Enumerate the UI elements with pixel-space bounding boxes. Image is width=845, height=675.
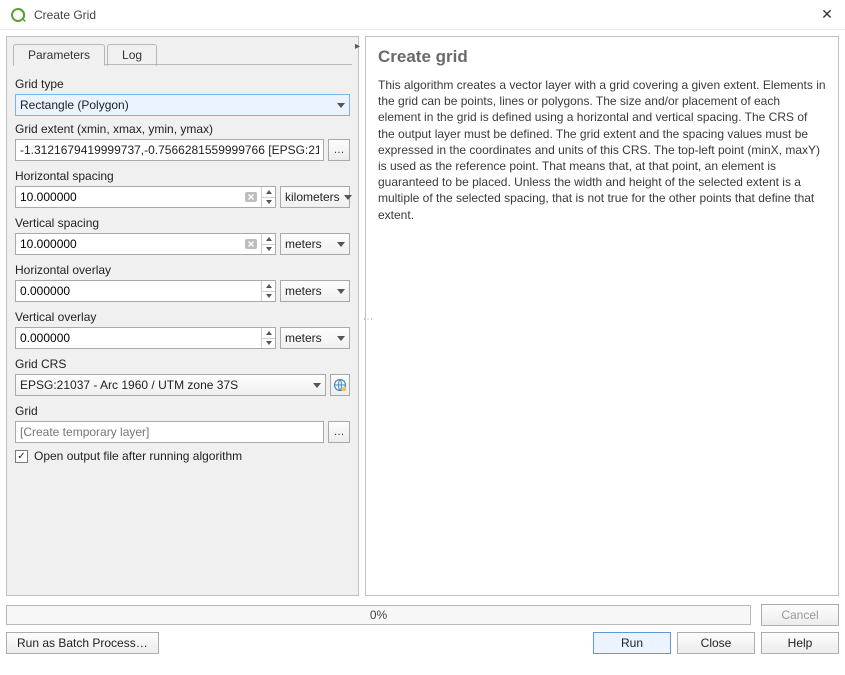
help-panel: Create grid This algorithm creates a vec…: [365, 36, 839, 596]
globe-icon: [333, 378, 347, 392]
h-overlay-unit-select[interactable]: meters: [280, 280, 350, 302]
splitter-handle[interactable]: ⋮: [362, 314, 373, 323]
tab-parameters[interactable]: Parameters: [13, 44, 105, 66]
titlebar: Create Grid ✕: [0, 0, 845, 30]
help-button[interactable]: Help: [761, 632, 839, 654]
v-spacing-input[interactable]: [15, 233, 276, 255]
h-spacing-unit-select[interactable]: kilometers: [280, 186, 350, 208]
collapse-panel-icon[interactable]: ▸: [355, 41, 360, 52]
crs-select[interactable]: EPSG:21037 - Arc 1960 / UTM zone 37S: [15, 374, 326, 396]
spin-down-icon[interactable]: [262, 245, 275, 255]
label-v-spacing: Vertical spacing: [15, 216, 350, 230]
left-panel: ▸ Parameters Log Grid type Rectangle (Po…: [6, 36, 359, 596]
help-title: Create grid: [378, 47, 826, 67]
label-h-spacing: Horizontal spacing: [15, 169, 350, 183]
label-grid-extent: Grid extent (xmin, xmax, ymin, ymax): [15, 122, 350, 136]
clear-icon[interactable]: [243, 189, 259, 205]
grid-type-select[interactable]: Rectangle (Polygon): [15, 94, 350, 116]
spin-down-icon[interactable]: [262, 339, 275, 349]
chevron-down-icon: [337, 103, 345, 108]
chevron-down-icon: [337, 336, 345, 341]
v-overlay-unit-select[interactable]: meters: [280, 327, 350, 349]
spin-down-icon[interactable]: [262, 292, 275, 302]
clear-icon[interactable]: [243, 236, 259, 252]
spin-down-icon[interactable]: [262, 198, 275, 208]
chevron-down-icon: [337, 242, 345, 247]
spin-up-icon[interactable]: [262, 281, 275, 292]
v-overlay-input[interactable]: [15, 327, 276, 349]
label-grid-output: Grid: [15, 404, 350, 418]
crs-picker-button[interactable]: [330, 374, 351, 396]
chevron-down-icon: [337, 289, 345, 294]
window-title: Create Grid: [34, 8, 96, 22]
progress-bar: 0%: [6, 605, 751, 625]
v-spacing-unit-select[interactable]: meters: [280, 233, 350, 255]
open-output-label: Open output file after running algorithm: [34, 449, 242, 463]
grid-output-input[interactable]: [15, 421, 324, 443]
h-spacing-input[interactable]: [15, 186, 276, 208]
progress-text: 0%: [370, 608, 387, 622]
h-overlay-input[interactable]: [15, 280, 276, 302]
help-text: This algorithm creates a vector layer wi…: [378, 77, 826, 223]
label-h-overlay: Horizontal overlay: [15, 263, 350, 277]
qgis-logo-icon: [10, 7, 26, 23]
run-batch-button[interactable]: Run as Batch Process…: [6, 632, 159, 654]
chevron-down-icon: [313, 383, 321, 388]
open-output-checkbox[interactable]: ✓: [15, 450, 28, 463]
run-button[interactable]: Run: [593, 632, 671, 654]
cancel-button[interactable]: Cancel: [761, 604, 839, 626]
spin-up-icon[interactable]: [262, 187, 275, 198]
label-grid-crs: Grid CRS: [15, 357, 350, 371]
chevron-down-icon: [344, 195, 352, 200]
close-icon[interactable]: ✕: [819, 6, 835, 23]
spin-up-icon[interactable]: [262, 328, 275, 339]
grid-extent-input[interactable]: [15, 139, 324, 161]
grid-extent-browse-button[interactable]: …: [328, 139, 350, 161]
close-button[interactable]: Close: [677, 632, 755, 654]
label-v-overlay: Vertical overlay: [15, 310, 350, 324]
tab-log[interactable]: Log: [107, 44, 157, 66]
spin-up-icon[interactable]: [262, 234, 275, 245]
label-grid-type: Grid type: [15, 77, 350, 91]
grid-output-browse-button[interactable]: …: [328, 421, 350, 443]
